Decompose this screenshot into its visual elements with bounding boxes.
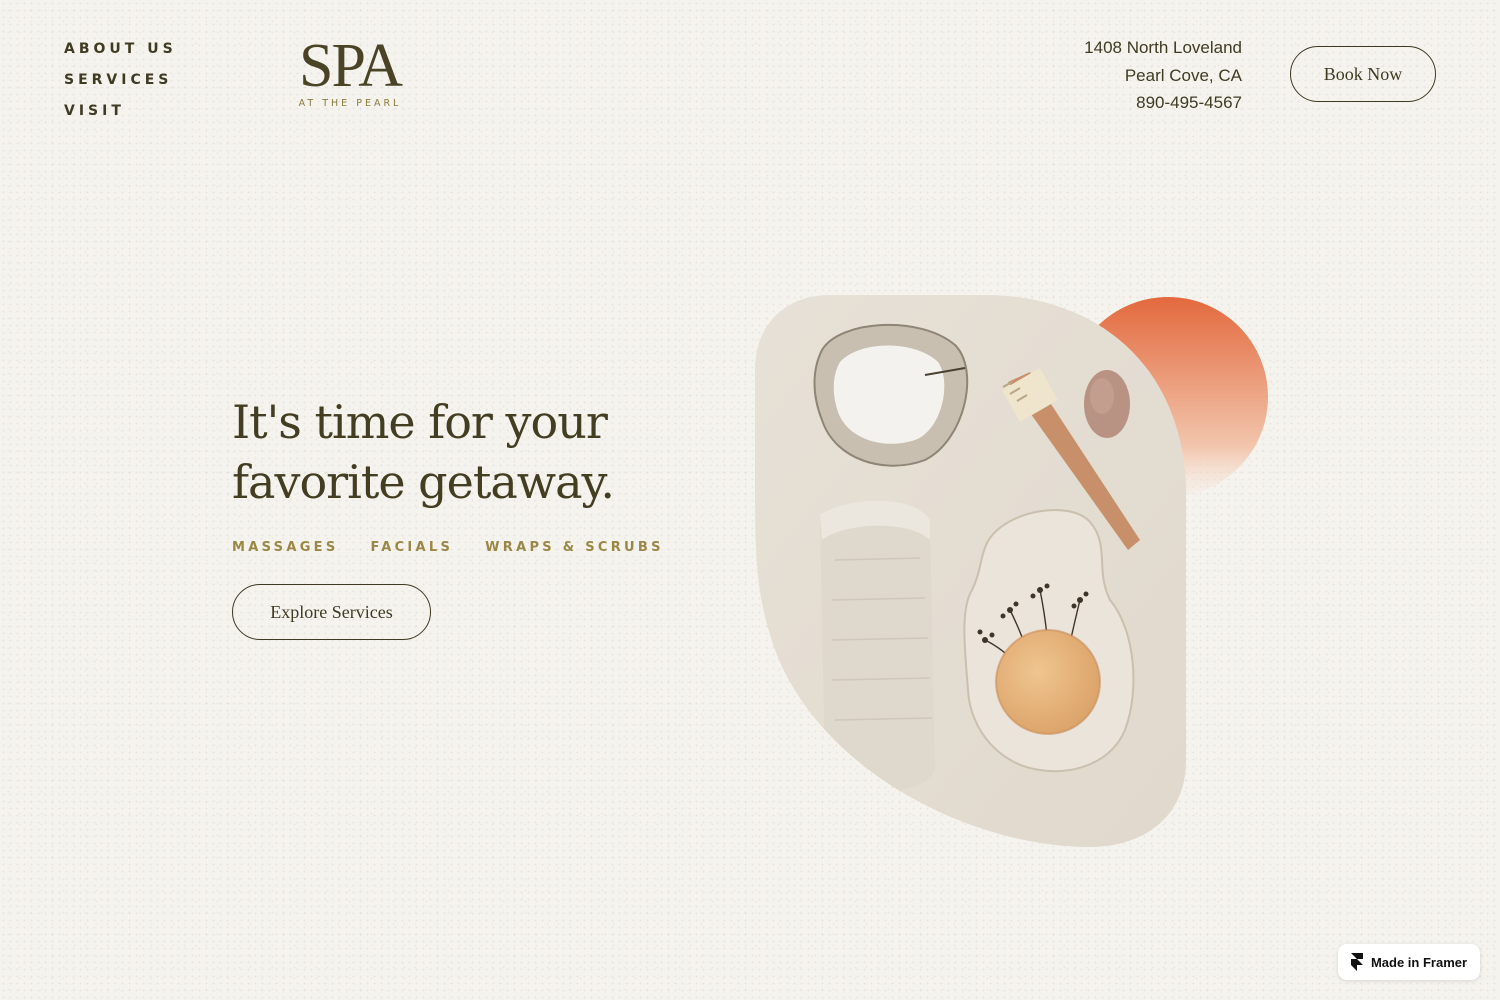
main-nav: ABOUT US SERVICES VISIT (64, 34, 177, 127)
framer-badge-label: Made in Framer (1370, 954, 1468, 970)
category-massages: MASSAGES (232, 540, 339, 555)
logo[interactable]: SPA AT THE PEARL (288, 32, 412, 109)
logo-wordmark: SPA (298, 32, 403, 100)
hero-title-line-2: favorite getaway. (232, 455, 615, 509)
hero-title-line-1: It's time for your (232, 395, 608, 449)
logo-tagline: AT THE PEARL (298, 98, 402, 109)
framer-icon (1350, 953, 1363, 971)
nav-item-visit[interactable]: VISIT (64, 96, 177, 127)
hero-spa-image (755, 295, 1268, 847)
phone-number[interactable]: 890-495-4567 (1084, 89, 1242, 117)
rolled-towel (820, 500, 935, 791)
category-wraps-scrubs: WRAPS & SCRUBS (485, 540, 664, 555)
address-line-1: 1408 North Loveland (1084, 38, 1242, 57)
category-facials: FACIALS (370, 540, 454, 555)
address-line-2: Pearl Cove, CA (1124, 65, 1242, 85)
nav-item-about-us[interactable]: ABOUT US (64, 34, 177, 65)
hero-title: It's time for your favorite getaway. (232, 392, 712, 512)
nav-item-services[interactable]: SERVICES (64, 65, 177, 96)
made-in-framer-badge[interactable]: Made in Framer (1338, 944, 1480, 980)
contact-info: 1408 North Loveland Pearl Cove, CA 890-4… (1084, 34, 1242, 117)
service-categories: MASSAGES FACIALS WRAPS & SCRUBS (232, 540, 664, 555)
explore-services-button[interactable]: Explore Services (232, 584, 431, 640)
salt-bowl (813, 323, 969, 467)
book-now-button[interactable]: Book Now (1290, 46, 1436, 102)
